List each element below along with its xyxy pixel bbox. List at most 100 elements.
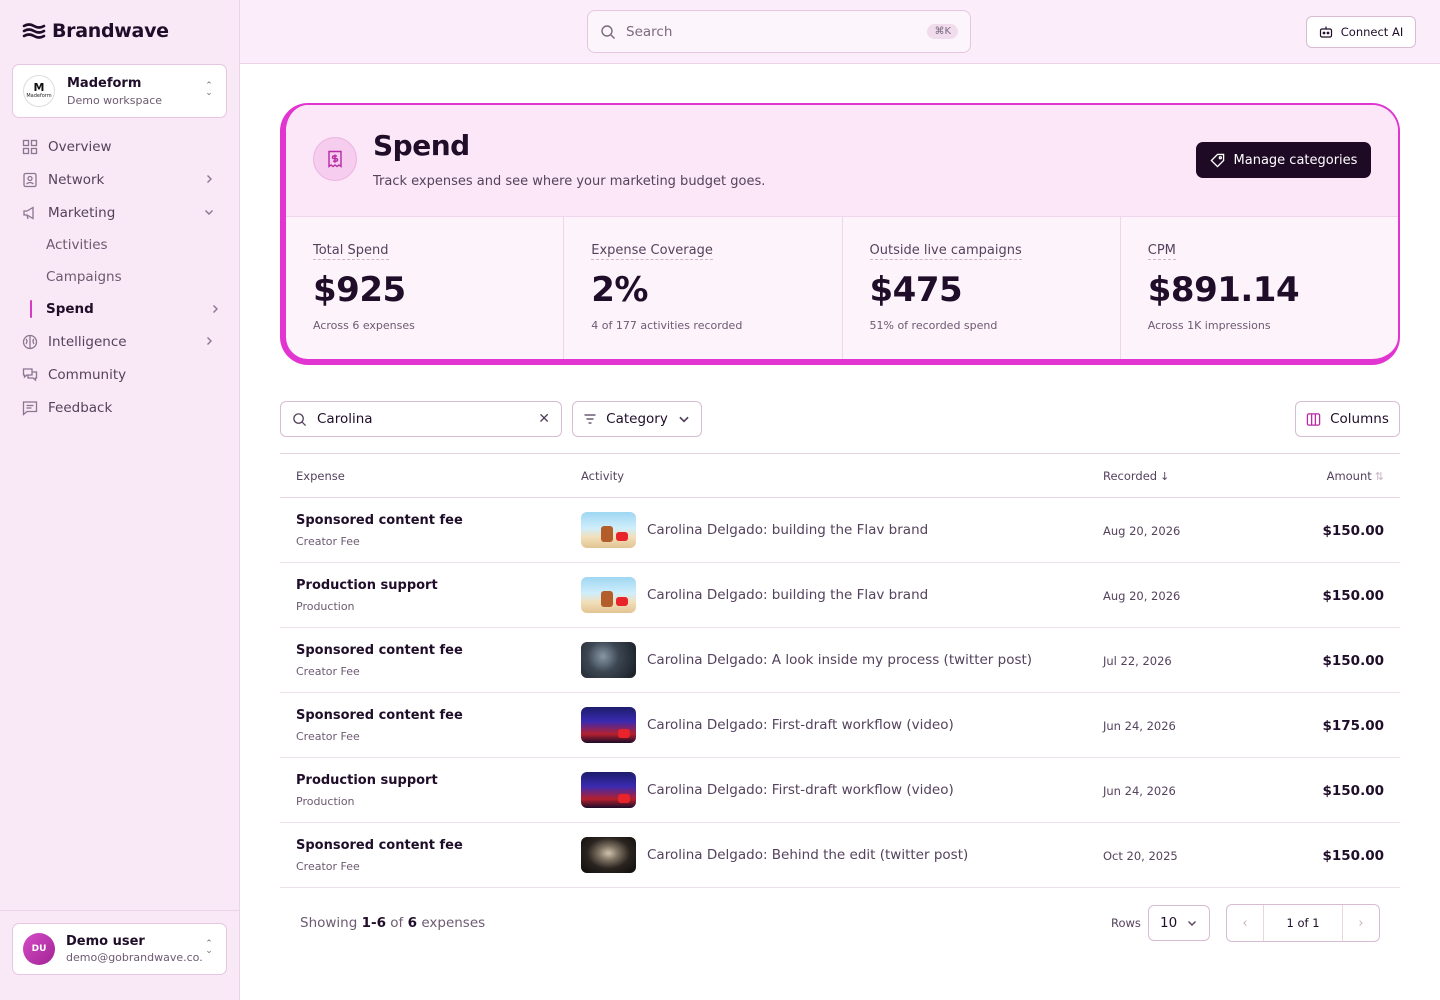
chevron-down-icon [1188,921,1196,926]
expense-cell: Sponsored content fee Creator Fee [296,838,463,873]
sidebar-item-community[interactable]: Community [12,358,227,391]
table-row[interactable]: Sponsored content fee Creator Fee Carolina… [280,693,1400,758]
chat-bubbles-icon [22,367,38,381]
sidebar-item-activities[interactable]: Activities [12,229,227,261]
expense-category: Creator Fee [296,860,360,873]
amount-value: $150.00 [1322,523,1385,539]
stat-value: 2% [591,270,648,310]
activity-thumbnail [581,642,636,678]
expense-category: Creator Fee [296,665,360,678]
expense-name: Production support [296,773,438,788]
recorded-date: Jul 22, 2026 [1103,654,1172,668]
workspace-switcher[interactable]: M Madeform Madeform Demo workspace ⌃ ⌄ [12,64,227,118]
amount-value: $150.00 [1322,653,1385,669]
expense-cell: Sponsored content fee Creator Fee [296,643,463,678]
activity-title: Carolina Delgado: First-draft workflow (… [647,717,954,733]
rows-label: Rows [1111,916,1141,930]
activity-thumbnail [581,837,636,873]
table-row[interactable]: Sponsored content fee Creator Fee Carolina… [280,823,1400,888]
megaphone-icon [23,205,34,220]
column-header-expense[interactable]: Expense [296,469,345,483]
search-input[interactable]: Search ⌘K [587,10,971,53]
sidebar-item-network[interactable]: Network [12,163,227,196]
sidebar-item-campaigns[interactable]: Campaigns [12,261,227,293]
activity-cell[interactable]: Carolina Delgado: A look inside my proce… [581,642,1032,678]
recorded-date: Jun 24, 2026 [1103,784,1176,798]
user-menu[interactable]: DU Demo user demo@gobrandwave.co... ⌃ ⌄ [12,923,227,975]
message-square-icon [22,400,38,416]
expense-category: Production [296,795,355,808]
robot-icon [1319,26,1332,38]
search-icon [293,412,307,426]
sidebar-item-spend[interactable]: Spend [12,293,227,325]
chevron-updown-icon: ⌃ ⌄ [205,81,213,98]
waves-icon [22,23,46,39]
manage-categories-button[interactable]: Manage categories [1196,142,1371,178]
activity-cell[interactable]: Carolina Delgado: Behind the edit (twitt… [581,837,968,873]
next-page-button[interactable]: › [1342,905,1379,941]
stat-value: $475 [869,270,963,310]
rows-per-page-select[interactable]: 10 [1148,905,1210,941]
chevron-updown-icon: ⌃ ⌄ [205,939,213,956]
activity-title: Carolina Delgado: First-draft workflow (… [647,782,954,798]
expense-cell: Sponsored content fee Creator Fee [296,513,463,548]
activity-title: Carolina Delgado: Behind the edit (twitt… [647,847,969,863]
table-row[interactable]: Sponsored content fee Creator Fee Carolina… [280,628,1400,693]
columns-button[interactable]: Columns [1295,401,1400,437]
workspace-logo: M Madeform [23,75,55,107]
column-header-amount[interactable]: Amount ⇅ [1327,469,1384,483]
tag-icon [1210,153,1224,168]
stat-total-spend: Total Spend $925 Across 6 expenses [286,217,565,359]
activity-thumbnail [581,577,636,613]
expense-name: Sponsored content fee [296,513,463,528]
recorded-date: Oct 20, 2025 [1103,849,1178,863]
results-count: Showing 1-6 of 6 expenses [300,915,486,931]
expense-search-input[interactable]: Carolina ✕ [280,401,562,437]
activity-cell[interactable]: Carolina Delgado: building the Flav bran… [581,577,928,613]
stat-label: Expense Coverage [591,243,713,260]
sidebar-divider [0,910,239,911]
prev-page-button[interactable]: ‹ [1227,905,1264,941]
category-filter-button[interactable]: Category [572,401,702,437]
column-header-activity[interactable]: Activity [581,469,624,483]
activity-cell[interactable]: Carolina Delgado: First-draft workflow (… [581,707,954,743]
stat-value: $925 [313,270,406,310]
card-header: Spend Track expenses and see where your … [286,105,1398,217]
activity-thumbnail [581,772,636,808]
topbar: Search ⌘K Connect AI [240,0,1440,64]
page-title: Spend [373,129,470,162]
activity-title: Carolina Delgado: A look inside my proce… [647,652,1033,668]
table-row[interactable]: Production support Production Carolina Del… [280,563,1400,628]
table-row[interactable]: Production support Production Carolina Del… [280,758,1400,823]
expense-cell: Production support Production [296,773,438,808]
connect-ai-button[interactable]: Connect AI [1306,16,1416,48]
column-header-recorded[interactable]: Recorded ↓ [1103,469,1169,483]
sidebar-item-overview[interactable]: Overview [12,130,227,163]
expense-category: Production [296,600,355,613]
brand-logo[interactable]: Brandwave [22,20,169,42]
chevron-right-icon [207,175,212,183]
search-value: Carolina [317,411,373,427]
recorded-date: Jun 24, 2026 [1103,719,1176,733]
expense-cell: Production support Production [296,578,438,613]
table-row[interactable]: Sponsored content fee Creator Fee Carolina… [280,498,1400,563]
activity-thumbnail [581,512,636,548]
sidebar-item-intelligence[interactable]: Intelligence [12,325,227,358]
filter-lines-icon [584,414,596,424]
activity-cell[interactable]: Carolina Delgado: First-draft workflow (… [581,772,954,808]
sidebar-item-feedback[interactable]: Feedback [12,391,227,424]
sidebar-item-marketing[interactable]: Marketing [12,196,227,229]
stat-value: $891.14 [1147,270,1300,310]
activity-cell[interactable]: Carolina Delgado: building the Flav bran… [581,512,928,548]
receipt-dollar-icon [313,137,357,181]
expenses-table: Expense Activity Recorded ↓ Amount ⇅ Spons… [280,453,1400,888]
expense-cell: Sponsored content fee Creator Fee [296,708,463,743]
clear-icon[interactable]: ✕ [538,411,550,427]
amount-value: $150.00 [1322,848,1385,864]
user-email: demo@gobrandwave.co... [66,951,202,964]
chevron-down-icon [205,210,213,215]
chevron-left-icon: ‹ [1242,915,1248,931]
page-subtitle: Track expenses and see where your market… [373,174,766,189]
stat-caption: Across 6 expenses [313,319,415,332]
stat-caption: Across 1K impressions [1147,319,1271,332]
